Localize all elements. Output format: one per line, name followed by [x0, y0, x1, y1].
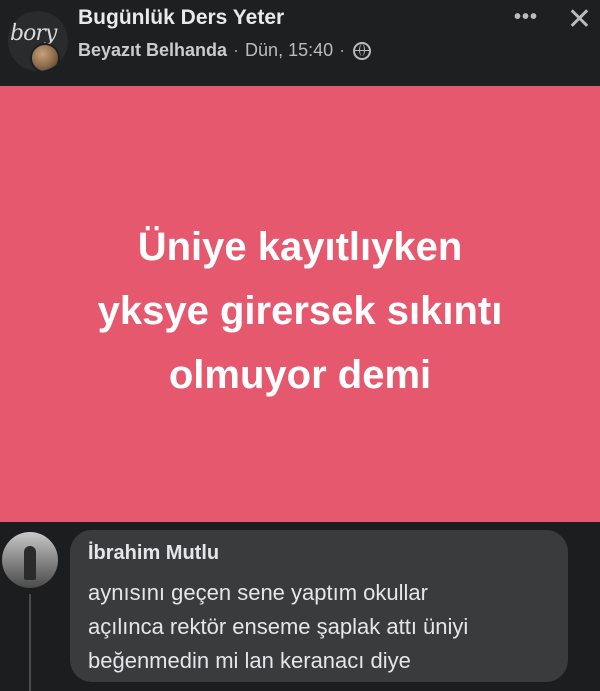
- group-logo: bory: [10, 21, 57, 46]
- comment-line: beğenmedin mi lan keranacı diye: [88, 648, 411, 673]
- comment-bubble: İbrahim Mutlu aynısını geçen sene yaptım…: [70, 530, 568, 682]
- group-avatar[interactable]: bory: [8, 11, 68, 71]
- post-text-line: Üniye kayıtlıyken: [137, 225, 463, 269]
- meta-separator-2: ·: [339, 40, 346, 60]
- post-text-line: yksye girersek sıkıntı: [97, 289, 503, 333]
- post-text-line: olmuyor demi: [168, 353, 432, 397]
- author-avatar[interactable]: [30, 43, 60, 71]
- thread-line: [29, 594, 31, 691]
- post-text: Üniye kayıtlıyken yksye girersek sıkıntı…: [98, 215, 503, 407]
- globe-icon: [353, 41, 372, 60]
- post-timestamp[interactable]: Dün, 15:40: [245, 40, 333, 61]
- post-header: bory Bugünlük Ders Yeter Beyazıt Belhand…: [0, 0, 600, 86]
- text-post-card: Üniye kayıtlıyken yksye girersek sıkıntı…: [0, 86, 600, 522]
- group-name[interactable]: Bugünlük Ders Yeter: [78, 6, 284, 30]
- facebook-post: bory Bugünlük Ders Yeter Beyazıt Belhand…: [0, 0, 600, 691]
- commenter-avatar[interactable]: [2, 532, 58, 588]
- close-icon[interactable]: ✕: [567, 2, 592, 37]
- comment-line: açılınca rektör enseme şaplak attı üniyi: [88, 614, 469, 639]
- comment-line: aynısını geçen sene yaptım okullar: [88, 580, 428, 605]
- more-options-icon[interactable]: •••: [514, 6, 538, 29]
- comment: İbrahim Mutlu aynısını geçen sene yaptım…: [0, 522, 600, 691]
- commenter-name[interactable]: İbrahim Mutlu: [88, 542, 219, 565]
- comment-text: aynısını geçen sene yaptım okullar açılı…: [88, 576, 558, 678]
- meta-separator: ·: [233, 40, 240, 60]
- author-name[interactable]: Beyazıt Belhanda: [78, 40, 227, 61]
- post-meta: Beyazıt Belhanda · Dün, 15:40 ·: [78, 40, 372, 61]
